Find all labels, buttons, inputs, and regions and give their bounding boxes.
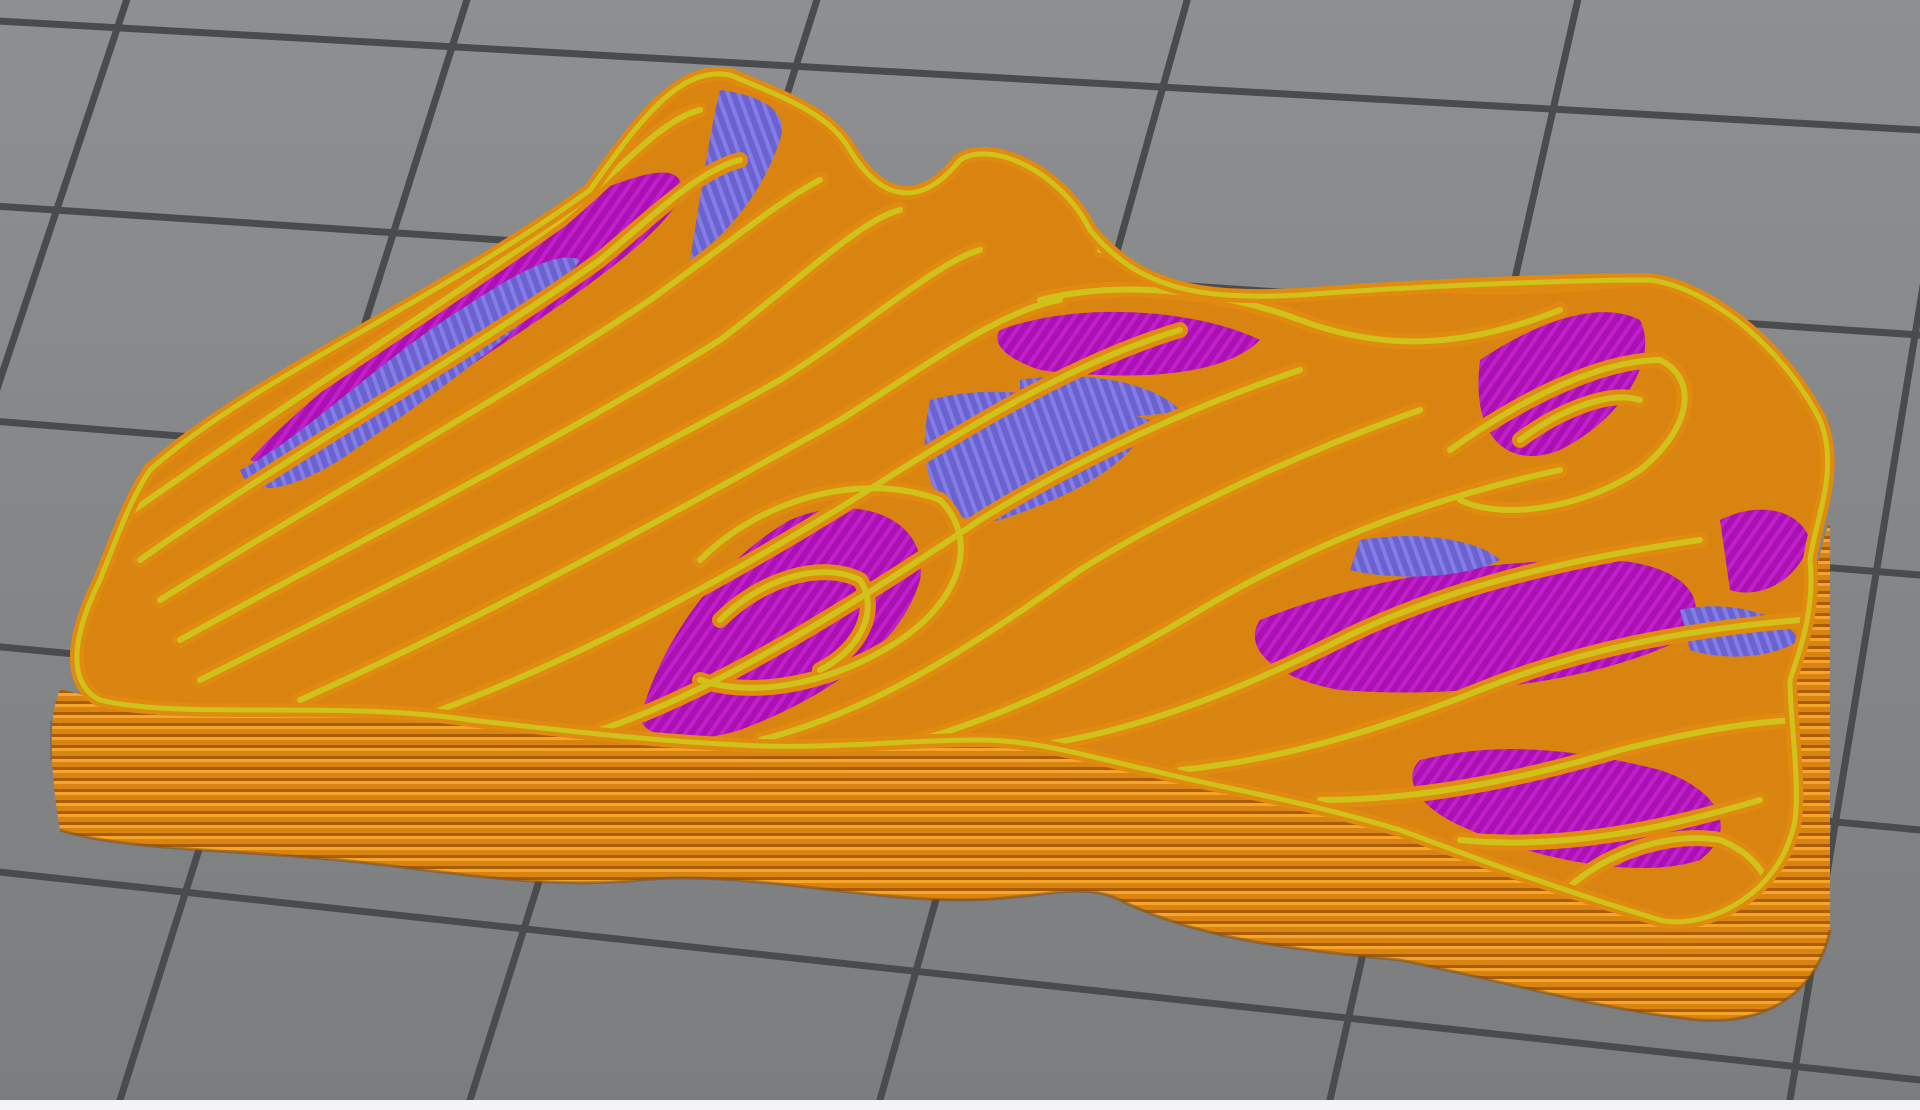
bottom-strip [0,1100,1920,1110]
preview-canvas[interactable] [0,0,1920,1100]
3d-preview-viewport[interactable] [0,0,1920,1100]
